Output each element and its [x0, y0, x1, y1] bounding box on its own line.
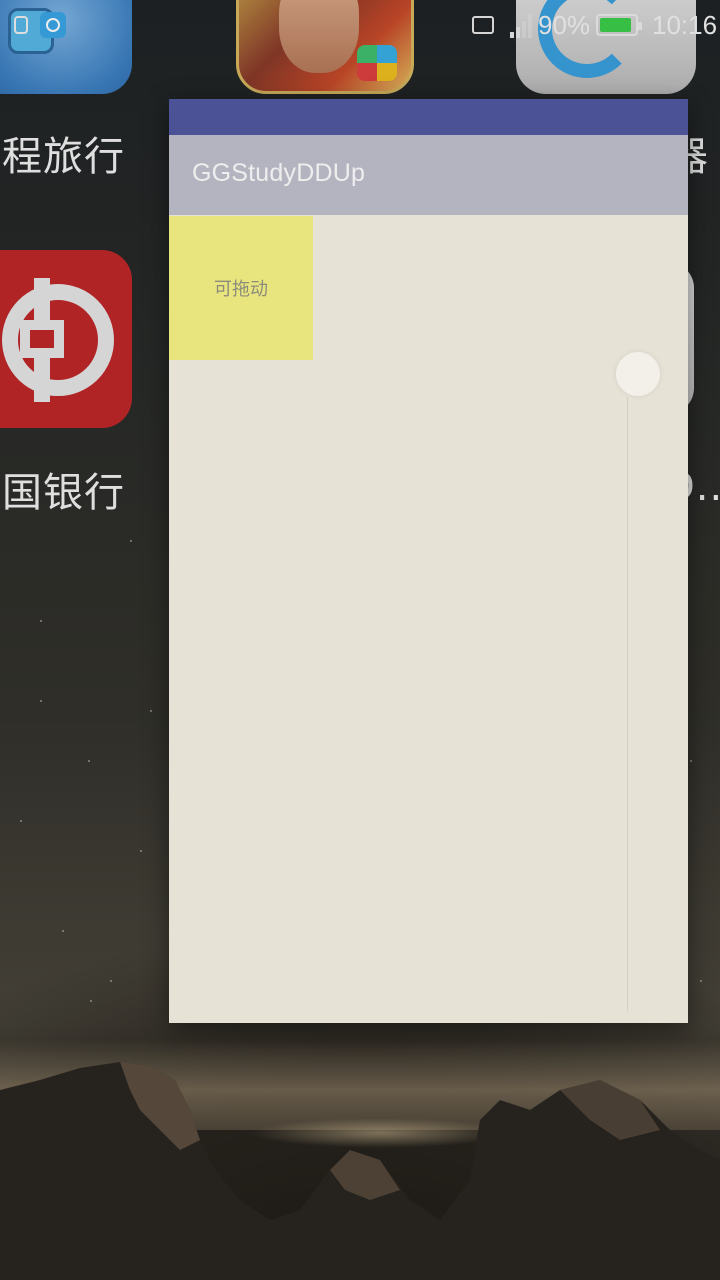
app-toolbar: GGStudyDDUp — [169, 135, 688, 215]
app-window-card[interactable]: GGStudyDDUp 可拖动 — [169, 99, 688, 1023]
draggable-label: 可拖动 — [214, 279, 268, 300]
app-status-bar — [169, 99, 688, 135]
app-title: GGStudyDDUp — [192, 159, 366, 187]
touch-indicator — [616, 352, 660, 396]
drag-trail-line — [627, 397, 628, 1011]
home-screen: 程旅行 国银行 器 D.. 90% 10:16 GGStudyDDUp 可拖动 — [0, 0, 720, 1280]
draggable-box[interactable]: 可拖动 — [169, 216, 313, 360]
